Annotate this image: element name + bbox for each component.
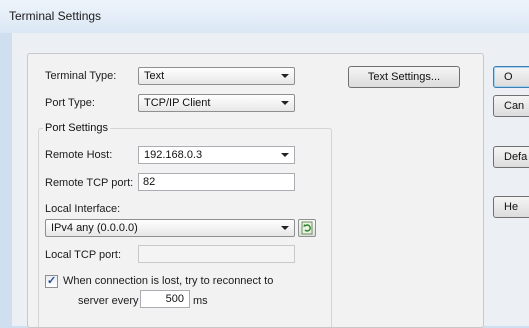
checkmark-icon: ✓ [47, 275, 57, 287]
local-interface-label: Local Interface: [45, 203, 121, 215]
cancel-button[interactable]: Can [493, 95, 529, 117]
refresh-icon [301, 221, 313, 235]
defaults-button[interactable]: Defa [493, 146, 529, 168]
port-type-value: TCP/IP Client [144, 97, 211, 109]
reconnect-interval-value: 500 [165, 293, 184, 305]
chevron-down-icon [281, 74, 289, 78]
remote-host-combobox[interactable]: 192.168.0.3 [138, 146, 295, 164]
remote-tcp-port-value: 82 [143, 176, 156, 188]
reconnect-checkbox[interactable]: ✓ [45, 275, 58, 288]
port-settings-title: Port Settings [43, 122, 110, 134]
remote-tcp-port-input[interactable]: 82 [138, 173, 295, 191]
local-tcp-port-label: Local TCP port: [45, 249, 122, 261]
chevron-down-icon [281, 153, 289, 157]
reconnect-interval-input[interactable]: 500 [140, 290, 190, 308]
terminal-type-label: Terminal Type: [45, 70, 117, 82]
text-settings-button[interactable]: Text Settings... [348, 66, 460, 88]
local-tcp-port-input[interactable] [138, 245, 295, 263]
help-button[interactable]: He [493, 196, 529, 218]
remote-host-label: Remote Host: [45, 149, 113, 161]
terminal-type-value: Text [144, 70, 165, 82]
title-bar: Terminal Settings [0, 0, 529, 33]
port-type-label: Port Type: [45, 97, 95, 109]
chevron-down-icon [281, 101, 289, 105]
chevron-down-icon [281, 226, 289, 230]
server-every-label: server every [78, 295, 139, 307]
refresh-interfaces-button[interactable] [298, 219, 316, 237]
ok-button[interactable]: O [493, 66, 529, 88]
port-type-select[interactable]: TCP/IP Client [138, 94, 295, 112]
local-interface-select[interactable]: IPv4 any (0.0.0.0) [45, 219, 295, 237]
terminal-type-select[interactable]: Text [138, 67, 295, 85]
window-title: Terminal Settings [9, 9, 102, 23]
reconnect-label: When connection is lost, try to reconnec… [63, 275, 274, 287]
remote-host-value: 192.168.0.3 [144, 149, 203, 161]
remote-tcp-port-label: Remote TCP port: [45, 177, 134, 189]
ms-unit-label: ms [193, 295, 208, 307]
local-interface-value: IPv4 any (0.0.0.0) [51, 222, 138, 234]
